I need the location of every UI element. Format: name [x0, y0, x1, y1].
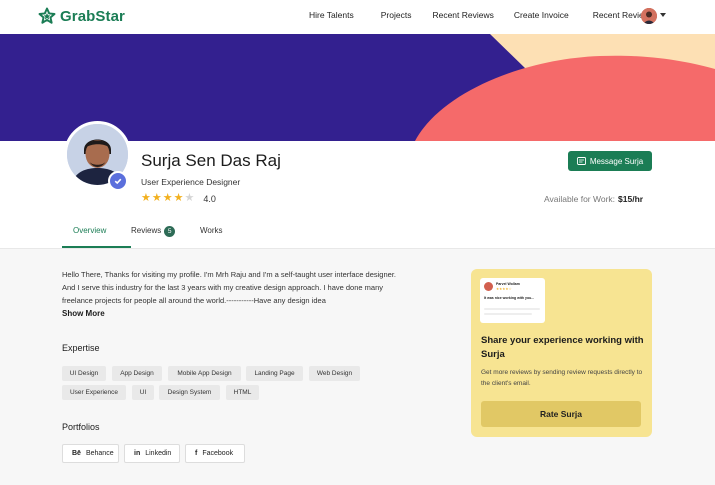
expertise-title: Expertise — [62, 343, 100, 353]
share-card-description: Get more reviews by sending review reque… — [481, 369, 643, 387]
nav-projects[interactable]: Projects — [381, 10, 412, 20]
brand-name: GrabStar — [60, 7, 125, 25]
rating-value: 4.0 — [203, 193, 216, 204]
behance-icon: Bē — [72, 450, 81, 457]
nav-hire-talents[interactable]: Hire Talents — [309, 10, 354, 20]
linkedin-icon: in — [134, 450, 141, 457]
profile-tabs: Overview Reviews 5 Works — [62, 226, 223, 248]
star-icon: ★ — [141, 192, 151, 204]
expertise-tag[interactable]: HTML — [226, 385, 259, 400]
rate-button[interactable]: Rate Surja — [481, 401, 641, 427]
hourly-rate: $15/hr — [618, 194, 644, 204]
tab-reviews-label: Reviews — [131, 226, 162, 235]
brand-logo[interactable]: GrabStar — [38, 7, 125, 25]
behance-label: Behance — [85, 450, 114, 457]
nav-recent-reviews[interactable]: Recent Reviews — [432, 10, 493, 20]
bio-text: Hello There, Thanks for visiting my prof… — [62, 270, 396, 305]
message-button-label: Message Surja — [589, 156, 644, 166]
tab-overview-label: Overview — [73, 226, 107, 235]
top-navbar: GrabStar Hire Talents Projects Recent Re… — [0, 0, 715, 34]
reviewer-name: Parvel Wollam — [496, 282, 520, 286]
chevron-down-icon[interactable] — [660, 13, 666, 17]
message-button[interactable]: Message Surja — [568, 151, 652, 171]
reviewer-avatar — [484, 282, 493, 291]
rating-stars: ★ ★ ★ ★ ★ 4.0 — [141, 193, 216, 204]
tab-works[interactable]: Works — [200, 226, 223, 248]
linkedin-link[interactable]: in Linkedin — [124, 444, 180, 463]
star-icon: ★ — [151, 192, 162, 204]
expertise-tag[interactable]: Landing Page — [246, 366, 303, 381]
star-empty-icon: ★ — [184, 192, 195, 204]
placeholder-line — [484, 313, 532, 315]
expertise-tag[interactable]: UI — [132, 385, 154, 400]
placeholder-line — [484, 308, 540, 310]
user-avatar[interactable] — [641, 8, 657, 24]
star-icon: ★ — [162, 192, 173, 204]
user-avatar-image — [641, 8, 657, 24]
expertise-tag[interactable]: UI Design — [62, 366, 106, 381]
verified-badge-icon — [108, 171, 128, 191]
star-logo-icon — [38, 7, 56, 24]
portfolios-title: Portfolios — [62, 422, 100, 432]
profile-name: Surja Sen Das Raj — [141, 151, 281, 170]
expertise-tag[interactable]: User Experience — [62, 385, 126, 400]
tab-reviews[interactable]: Reviews 5 — [131, 226, 200, 248]
facebook-link[interactable]: f Facebook — [185, 444, 245, 463]
facebook-icon: f — [195, 450, 198, 457]
expertise-tag[interactable]: Design System — [159, 385, 220, 400]
tab-works-label: Works — [200, 226, 223, 235]
nav-links: Hire Talents Projects Recent Reviews Cre… — [309, 10, 654, 20]
star-icon: ★ — [173, 192, 184, 204]
availability-label: Available for Work: — [544, 194, 616, 204]
reviews-count-badge: 5 — [164, 226, 176, 237]
availability: Available for Work: $15/hr — [544, 194, 643, 204]
message-icon — [576, 157, 586, 165]
reviewer-stars: ★★★★☆ — [496, 287, 512, 291]
linkedin-label: Linkedin — [145, 450, 172, 457]
facebook-label: Facebook — [202, 450, 234, 457]
behance-link[interactable]: Bē Behance — [62, 444, 119, 463]
tabs-divider — [0, 248, 715, 249]
share-card-title: Share your experience working with Surja — [481, 335, 644, 360]
expertise-tag[interactable]: Web Design — [309, 366, 360, 381]
profile-title: User Experience Designer — [141, 177, 241, 187]
nav-create-invoice[interactable]: Create Invoice — [514, 10, 569, 20]
reviewer-snippet: It was nice working with you... — [484, 296, 535, 300]
expertise-tag[interactable]: App Design — [112, 366, 162, 381]
tab-overview[interactable]: Overview — [62, 226, 131, 248]
review-preview-card: Parvel Wollam ★★★★☆ It was nice working … — [480, 278, 545, 323]
show-more-link[interactable]: Show More — [62, 309, 105, 318]
expertise-tag[interactable]: Mobile App Design — [168, 366, 241, 381]
